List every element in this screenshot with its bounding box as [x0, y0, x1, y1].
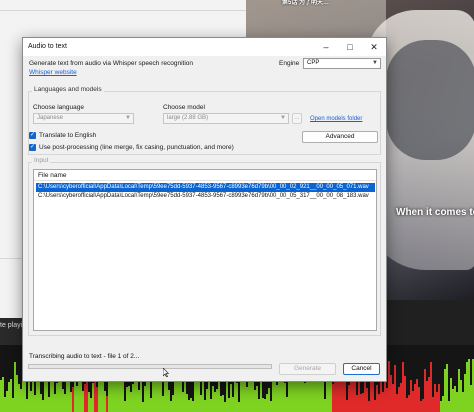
- model-select[interactable]: large (2.88 GB) ▼: [163, 113, 289, 124]
- cursor-arrow-icon: [162, 367, 170, 378]
- video-subtitle: When it comes to: [396, 207, 474, 218]
- background-divider: [0, 10, 246, 11]
- audio-to-text-dialog: Audio to text – □ ✕ Generate text from a…: [22, 37, 387, 382]
- input-group-title: Input: [32, 157, 51, 164]
- file-name-column-header[interactable]: File name: [34, 170, 376, 181]
- language-select[interactable]: Japanese ▼: [33, 113, 134, 124]
- language-label: Choose language: [33, 104, 84, 111]
- whisper-website-link[interactable]: Whisper website: [29, 69, 77, 76]
- file-list-row[interactable]: C:\Users\cyberofficial\AppData\Local\Tem…: [36, 183, 375, 192]
- translate-checkbox[interactable]: ✓: [29, 132, 36, 139]
- generate-button[interactable]: Generate: [279, 363, 336, 375]
- status-text: Transcribing audio to text - file 1 of 2…: [29, 353, 140, 360]
- title-bar[interactable]: Audio to text – □ ✕: [23, 38, 386, 56]
- model-label: Choose model: [163, 104, 205, 111]
- postprocess-label: Use post-processing (line merge, fix cas…: [39, 144, 234, 151]
- minimize-icon[interactable]: –: [314, 38, 338, 56]
- description-text: Generate text from audio via Whisper spe…: [29, 60, 194, 67]
- chevron-down-icon: ▼: [280, 115, 286, 121]
- video-top-text: 第5话 为了明天…: [282, 0, 330, 6]
- dialog-title: Audio to text: [28, 43, 67, 50]
- cancel-button[interactable]: Cancel: [343, 363, 380, 375]
- browse-model-button[interactable]: ...: [292, 113, 302, 124]
- progress-bar: [28, 364, 272, 369]
- chevron-down-icon: ▼: [372, 60, 378, 66]
- engine-label: Engine: [279, 60, 300, 67]
- engine-select[interactable]: CPP ▼: [303, 58, 381, 69]
- languages-models-title: Languages and models: [32, 86, 104, 93]
- file-list-row[interactable]: C:\Users\cyberofficial\AppData\Local\Tem…: [36, 192, 375, 201]
- translate-label: Translate to English: [39, 132, 97, 139]
- mouse-cursor-icon: [162, 367, 170, 378]
- open-models-folder-link[interactable]: Open models folder: [310, 116, 362, 122]
- close-icon[interactable]: ✕: [362, 38, 386, 56]
- maximize-icon[interactable]: □: [338, 38, 362, 56]
- postprocess-checkbox[interactable]: ✓: [29, 144, 36, 151]
- advanced-button[interactable]: Advanced: [302, 131, 378, 143]
- chevron-down-icon: ▼: [125, 115, 131, 121]
- file-list[interactable]: File name C:\Users\cyberofficial\AppData…: [33, 169, 377, 331]
